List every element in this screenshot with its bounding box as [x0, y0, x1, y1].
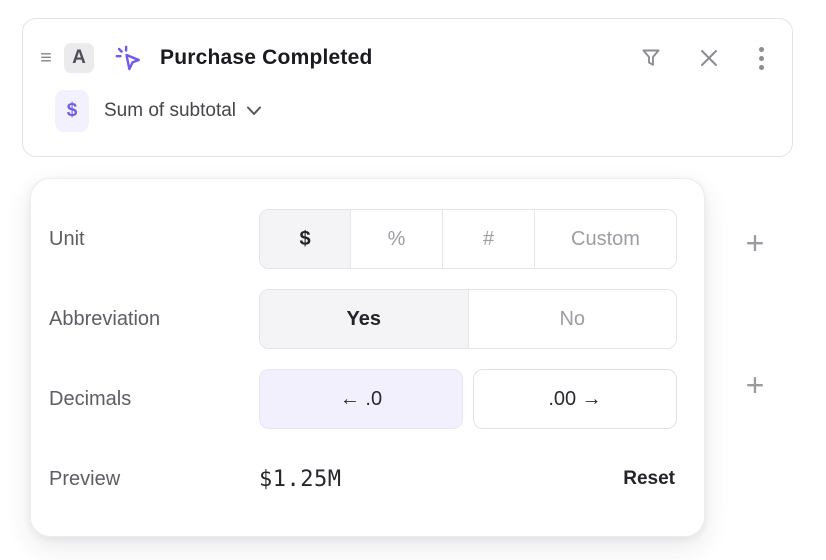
metric-label: Sum of subtotal	[104, 100, 236, 122]
reset-button[interactable]: Reset	[621, 466, 677, 492]
increase-decimals-button[interactable]: .00 →	[473, 369, 677, 429]
funnel-icon	[639, 46, 663, 70]
unit-label: Unit	[49, 228, 259, 251]
more-options-button[interactable]	[753, 45, 770, 72]
preview-row: Preview $1.25M Reset	[49, 449, 677, 509]
event-click-icon	[113, 43, 143, 73]
event-card-actions	[637, 44, 770, 72]
metric-row: $ Sum of subtotal	[23, 90, 792, 132]
preview-value: $1.25M	[259, 467, 341, 492]
event-order-badge: A	[64, 43, 94, 73]
decimals-controls: ← .0 .00 →	[259, 369, 677, 429]
filter-button[interactable]	[637, 44, 665, 72]
unit-option-percent[interactable]: %	[350, 210, 442, 268]
metric-selector[interactable]: Sum of subtotal	[102, 96, 264, 126]
drag-handle-icon[interactable]: ≡	[33, 48, 59, 68]
abbreviation-option-no[interactable]: No	[468, 290, 677, 348]
unit-row: Unit $ % # Custom	[49, 209, 677, 269]
abbreviation-option-yes[interactable]: Yes	[260, 290, 468, 348]
chevron-down-icon	[246, 105, 262, 117]
abbreviation-segmented-control: Yes No	[259, 289, 677, 349]
preview-label: Preview	[49, 468, 259, 491]
event-card: ≡ A Purchase Completed	[22, 18, 793, 157]
decrease-decimals-button[interactable]: ← .0	[259, 369, 463, 429]
kebab-dot	[759, 65, 764, 70]
event-card-header: ≡ A Purchase Completed	[23, 19, 792, 81]
decimals-row: Decimals ← .0 .00 →	[49, 369, 677, 429]
add-item-plus-icon[interactable]: +	[740, 370, 770, 400]
unit-option-number[interactable]: #	[442, 210, 534, 268]
unit-segmented-control: $ % # Custom	[259, 209, 677, 269]
close-icon	[697, 46, 721, 70]
unit-option-dollar[interactable]: $	[260, 210, 350, 268]
decimals-label: Decimals	[49, 388, 259, 411]
canvas: ≡ A Purchase Completed	[0, 0, 826, 560]
number-format-popover: Unit $ % # Custom Abbreviation Yes No De…	[30, 178, 705, 537]
abbreviation-label: Abbreviation	[49, 308, 259, 331]
add-item-plus-icon[interactable]: +	[740, 228, 770, 258]
kebab-dot	[759, 56, 764, 61]
close-button[interactable]	[695, 44, 723, 72]
unit-option-custom[interactable]: Custom	[534, 210, 676, 268]
dollar-badge-icon: $	[55, 90, 89, 132]
abbreviation-row: Abbreviation Yes No	[49, 289, 677, 349]
event-title[interactable]: Purchase Completed	[160, 46, 373, 70]
kebab-dot	[759, 47, 764, 52]
